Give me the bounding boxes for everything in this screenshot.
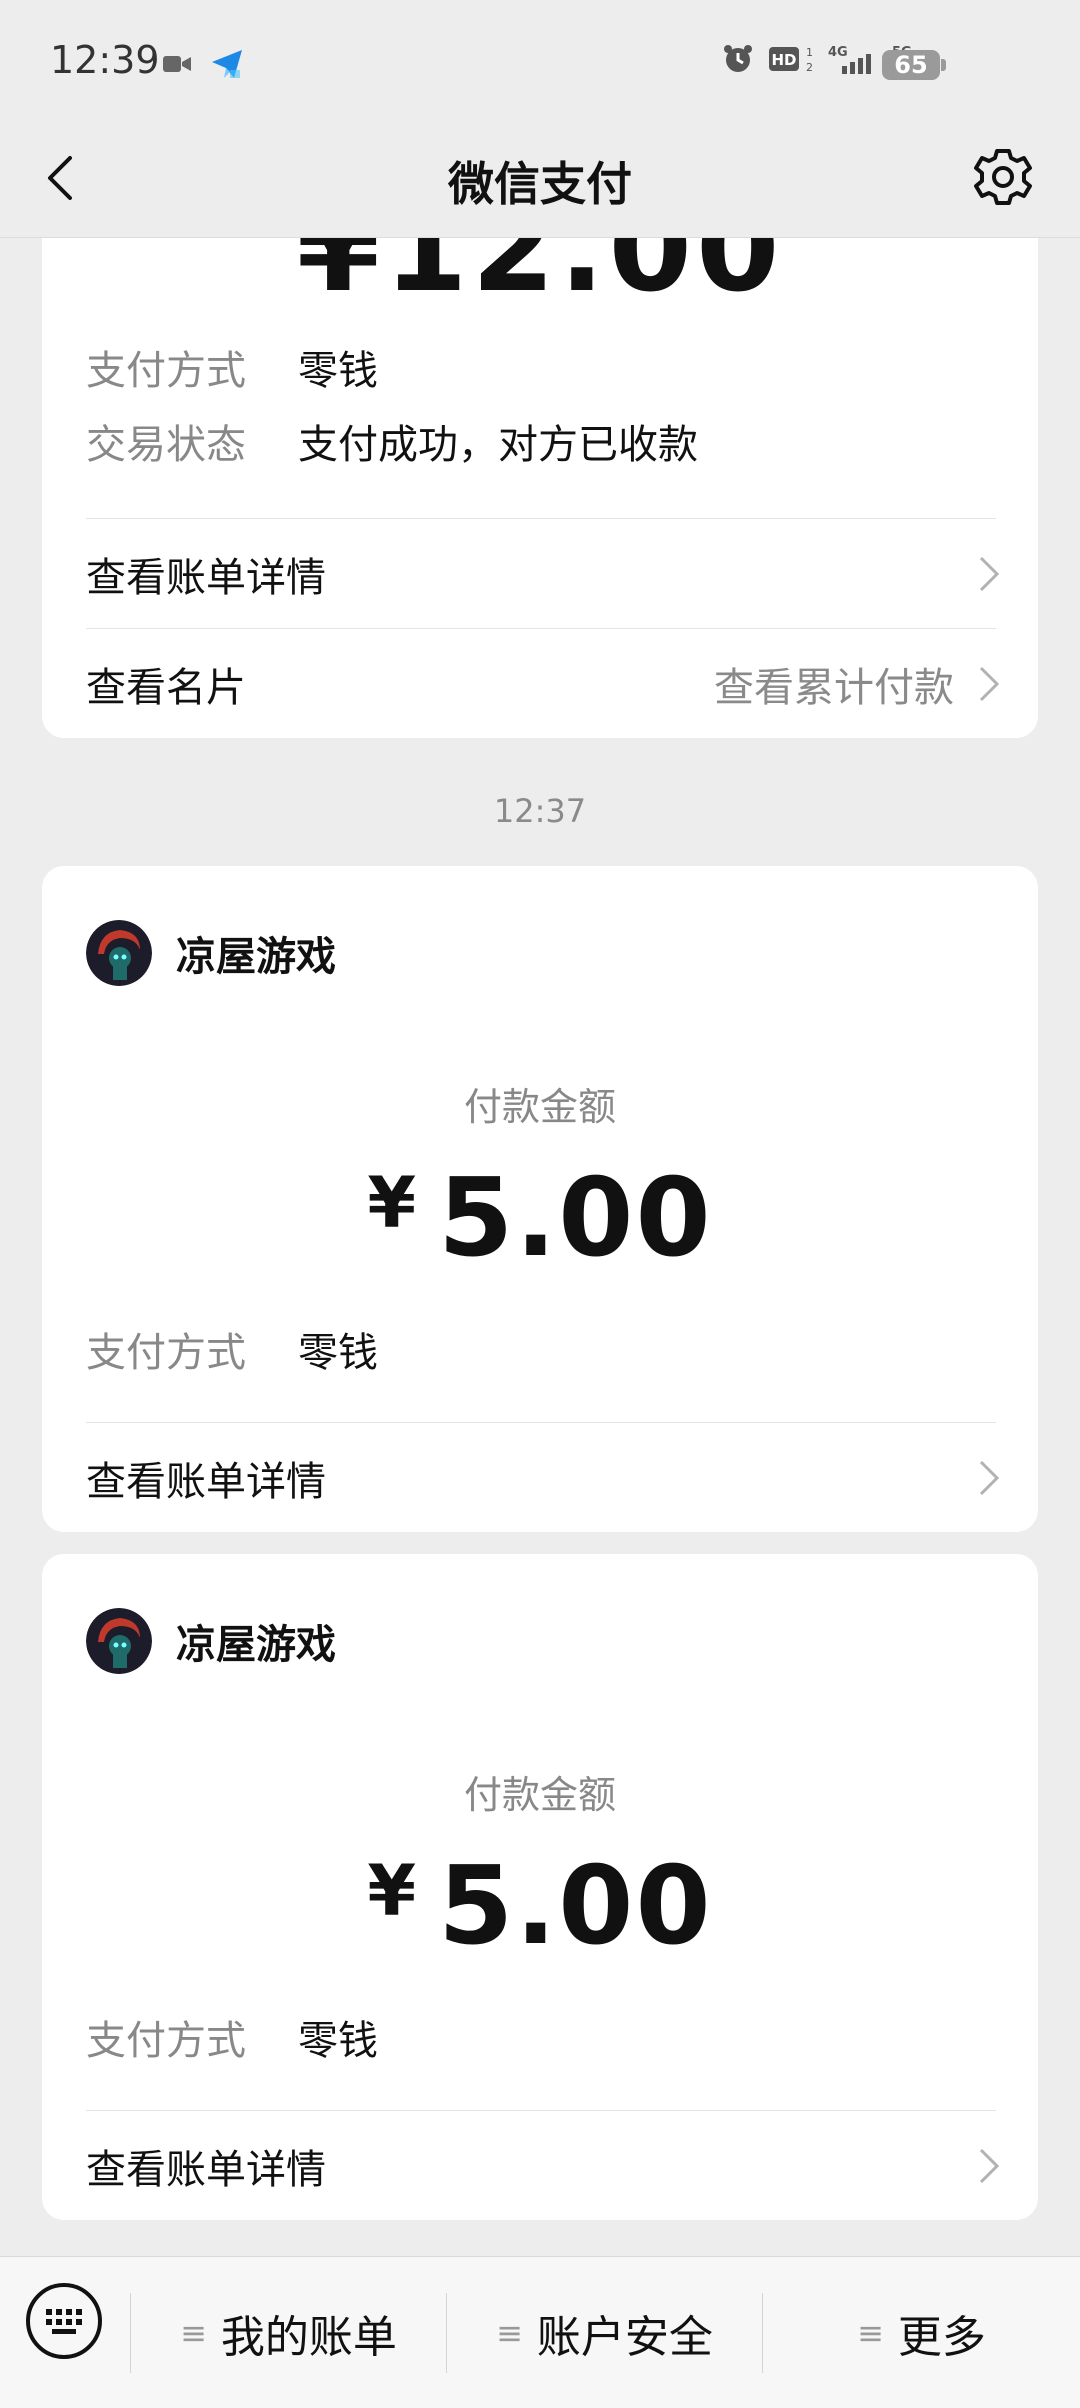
amount-label: 付款金额 bbox=[463, 1773, 616, 1817]
business-card-label: 查看名片 bbox=[86, 665, 246, 711]
payment-card-3: 凉屋游戏 付款金额 ¥5.00 支付方式 零钱 查看账单详情 bbox=[42, 1554, 1038, 2220]
pay-method-label: 支付方式 bbox=[86, 2018, 246, 2064]
bottom-menu-bar: ≡ 我的账单 ≡ 账户安全 ≡ 更多 bbox=[0, 2256, 1080, 2408]
divider bbox=[86, 518, 996, 519]
merchant-avatar bbox=[86, 1608, 152, 1674]
amount-label: 付款金额 bbox=[463, 1085, 616, 1129]
svg-text:2: 2 bbox=[806, 61, 813, 74]
keyboard-icon[interactable] bbox=[24, 2281, 104, 2361]
currency-symbol: ¥ bbox=[367, 1162, 419, 1244]
pay-method-row: 支付方式 零钱 bbox=[86, 338, 378, 396]
chevron-right-icon bbox=[979, 666, 1000, 702]
signal-4g-icon: 4G bbox=[828, 45, 871, 74]
pay-method-label: 支付方式 bbox=[86, 348, 246, 394]
merchant-header[interactable]: 凉屋游戏 bbox=[86, 920, 336, 986]
pay-method-label: 支付方式 bbox=[86, 1330, 246, 1376]
chevron-right-icon bbox=[979, 1460, 1000, 1496]
menu-label: 更多 bbox=[897, 2312, 986, 2363]
business-card-link[interactable]: 查看名片 查看累计付款 bbox=[86, 630, 1000, 738]
pay-method-row: 支付方式 零钱 bbox=[86, 2008, 378, 2066]
menu-more[interactable]: ≡ 更多 bbox=[763, 2257, 1080, 2408]
menu-my-bills[interactable]: ≡ 我的账单 bbox=[131, 2257, 446, 2408]
menu-list-icon: ≡ bbox=[857, 2314, 884, 2352]
payment-card-1: ¥12.00 支付方式 零钱 交易状态 支付成功，对方已收款 查看账单详情 查看… bbox=[42, 200, 1038, 738]
bill-detail-label: 查看账单详情 bbox=[86, 2147, 326, 2193]
battery-tip bbox=[941, 59, 946, 71]
chevron-right-icon bbox=[979, 556, 1000, 592]
merchant-name: 凉屋游戏 bbox=[176, 1622, 336, 1668]
timestamp: 12:37 bbox=[493, 792, 587, 830]
bill-detail-label: 查看账单详情 bbox=[86, 555, 326, 601]
payment-amount: ¥5.00 bbox=[42, 1844, 1038, 1969]
merchant-name: 凉屋游戏 bbox=[176, 934, 336, 980]
send-icon bbox=[212, 50, 242, 78]
menu-label: 我的账单 bbox=[220, 2312, 397, 2363]
merchant-header[interactable]: 凉屋游戏 bbox=[86, 1608, 336, 1674]
divider bbox=[86, 628, 996, 629]
menu-account-security[interactable]: ≡ 账户安全 bbox=[447, 2257, 762, 2408]
amount-number: 5.00 bbox=[438, 1844, 713, 1969]
status-row: 交易状态 支付成功，对方已收款 bbox=[86, 412, 698, 470]
pay-method-value: 零钱 bbox=[298, 348, 378, 394]
video-icon bbox=[163, 56, 191, 72]
merchant-avatar bbox=[86, 920, 152, 986]
status-value: 支付成功，对方已收款 bbox=[298, 422, 698, 468]
bill-detail-link[interactable]: 查看账单详情 bbox=[86, 2112, 1000, 2220]
svg-text:1: 1 bbox=[806, 46, 813, 59]
alarm-icon bbox=[724, 45, 752, 72]
payment-card-2: 凉屋游戏 付款金额 ¥5.00 支付方式 零钱 查看账单详情 bbox=[42, 866, 1038, 1532]
menu-list-icon: ≡ bbox=[496, 2314, 523, 2352]
divider bbox=[86, 1422, 996, 1423]
status-label: 交易状态 bbox=[86, 422, 246, 468]
pay-method-row: 支付方式 零钱 bbox=[86, 1320, 378, 1378]
status-time: 12:39 bbox=[50, 38, 160, 82]
menu-list-icon: ≡ bbox=[180, 2314, 207, 2352]
divider bbox=[86, 2110, 996, 2111]
status-left-icons bbox=[162, 48, 244, 80]
bill-detail-link[interactable]: 查看账单详情 bbox=[86, 1424, 1000, 1532]
svg-text:HD: HD bbox=[771, 51, 796, 69]
chevron-right-icon bbox=[979, 2148, 1000, 2184]
menu-label: 账户安全 bbox=[536, 2312, 713, 2363]
pay-method-value: 零钱 bbox=[298, 2018, 378, 2064]
bill-detail-label: 查看账单详情 bbox=[86, 1459, 326, 1505]
pay-method-value: 零钱 bbox=[298, 1330, 378, 1376]
payment-amount: ¥5.00 bbox=[42, 1156, 1038, 1281]
cumulative-payment-link[interactable]: 查看累计付款 bbox=[714, 655, 1000, 713]
amount-number: 5.00 bbox=[438, 1156, 713, 1281]
bill-detail-link[interactable]: 查看账单详情 bbox=[86, 520, 1000, 628]
battery-icon: 65 bbox=[882, 50, 940, 80]
gear-icon[interactable] bbox=[970, 144, 1036, 210]
currency-symbol: ¥ bbox=[367, 1850, 419, 1932]
nav-bar: 微信支付 bbox=[0, 120, 1080, 238]
status-bar: 12:39 HD 1 2 4G 65 bbox=[0, 0, 1080, 120]
hd-icon: HD 1 2 bbox=[769, 46, 813, 74]
page-title: 微信支付 bbox=[448, 157, 632, 211]
svg-text:4G: 4G bbox=[828, 45, 848, 60]
cumulative-payment-label: 查看累计付款 bbox=[714, 665, 954, 711]
